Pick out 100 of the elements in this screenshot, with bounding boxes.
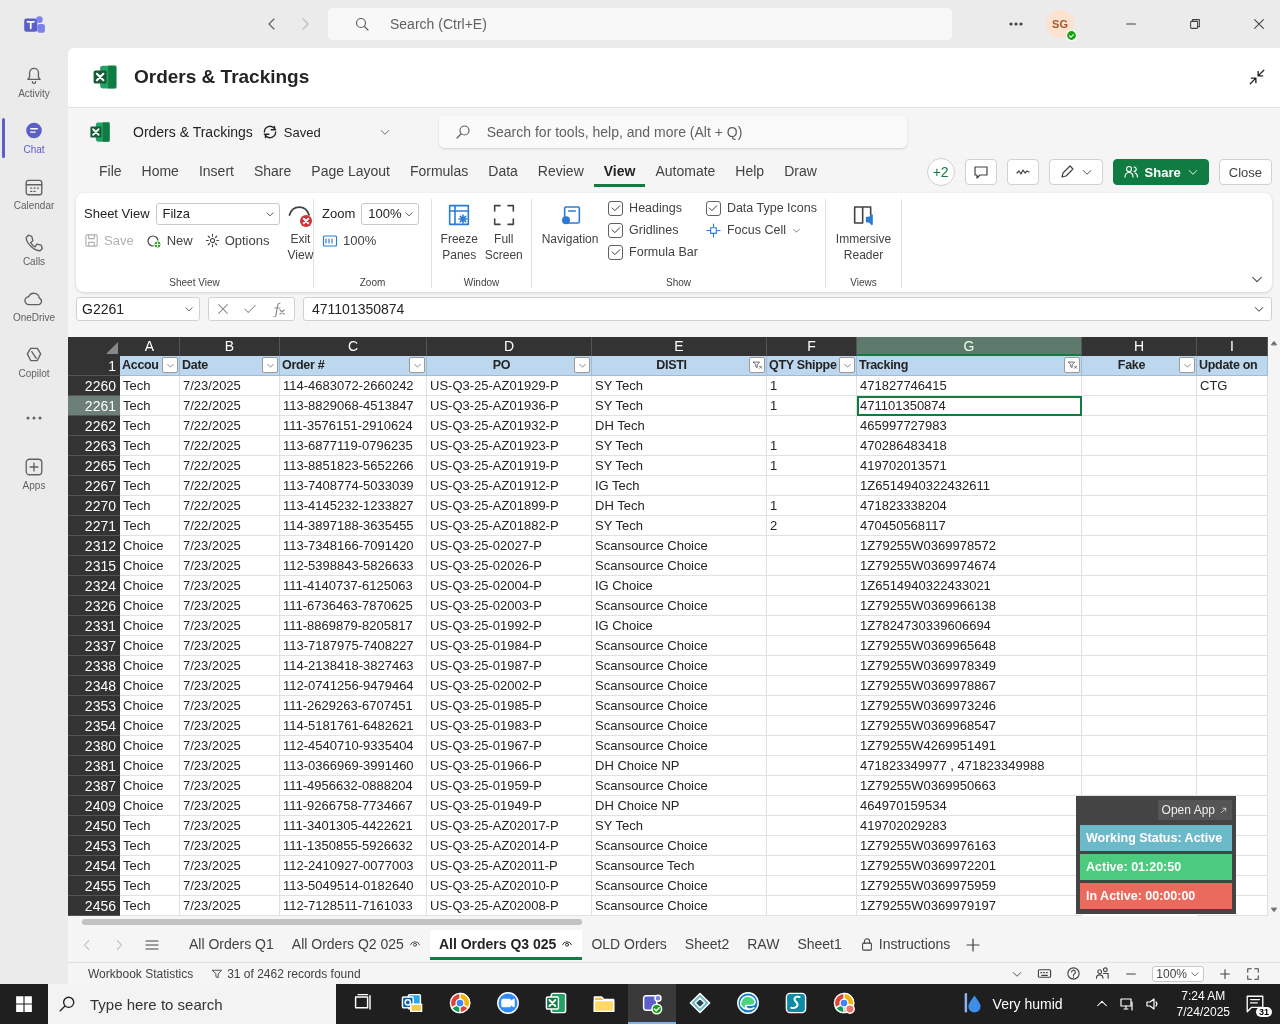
row-number[interactable]: 1: [68, 355, 120, 376]
menu-tab[interactable]: Page Layout: [301, 157, 400, 188]
options-button[interactable]: Options: [204, 233, 270, 249]
checkbox[interactable]: Headings: [608, 200, 698, 216]
menu-tab[interactable]: Formulas: [399, 157, 479, 188]
row-number[interactable]: 2354: [68, 715, 120, 736]
full-screen-icon[interactable]: [1246, 966, 1260, 981]
search-input[interactable]: Search for tools, help, and more (Alt + Q): [484, 117, 907, 148]
menu-tab[interactable]: Share: [243, 157, 302, 188]
menu-tab[interactable]: Help: [725, 157, 775, 188]
rail-item[interactable]: Calendar: [0, 166, 68, 222]
taskbar-app[interactable]: [628, 984, 676, 1024]
row-number[interactable]: 2261: [68, 395, 120, 416]
select-all-icon[interactable]: [106, 341, 118, 354]
checkbox[interactable]: Gridlines: [608, 222, 698, 238]
sheet-view-dropdown[interactable]: Filza: [155, 202, 280, 225]
row-number[interactable]: 2271: [68, 515, 120, 536]
column-header[interactable]: H: [1082, 336, 1197, 356]
row-number[interactable]: 2381: [68, 755, 120, 776]
search-field[interactable]: Search for tools, help, and more (Alt + Q): [438, 116, 907, 149]
formula-field[interactable]: 471101350874: [303, 296, 1272, 321]
checkbox[interactable]: Data Type Icons: [705, 200, 817, 216]
row-number[interactable]: 2260: [68, 375, 120, 396]
column-header[interactable]: D: [427, 336, 592, 356]
zoom-dropdown[interactable]: 100%: [1152, 965, 1204, 982]
row-number[interactable]: 2265: [68, 455, 120, 476]
rail-item[interactable]: Copilot: [0, 334, 68, 390]
menu-tab[interactable]: Insert: [188, 157, 244, 188]
focus-cell-button[interactable]: Focus Cell: [705, 222, 817, 238]
row-number[interactable]: 2387: [68, 775, 120, 796]
search-field[interactable]: Type here to search: [48, 984, 336, 1024]
zoom-100-button[interactable]: 100%: [322, 232, 420, 249]
filter-dropdown[interactable]: [262, 357, 278, 374]
row-number[interactable]: 2315: [68, 555, 120, 576]
menu-tab[interactable]: Automate: [645, 157, 726, 188]
column-header[interactable]: C: [280, 336, 427, 356]
add-sheet-icon[interactable]: [965, 937, 982, 954]
filter-dropdown[interactable]: [839, 357, 855, 374]
menu-tab[interactable]: File: [89, 157, 132, 188]
column-header[interactable]: G: [857, 336, 1082, 356]
sheet-tab[interactable]: All Orders Q3 025: [429, 930, 583, 961]
sheet-tab[interactable]: RAW: [738, 930, 789, 961]
sheet-tab[interactable]: Instructions: [850, 930, 960, 961]
rail-item[interactable]: Apps: [0, 446, 68, 502]
column-header[interactable]: F: [767, 336, 857, 356]
people-icon[interactable]: [1095, 966, 1111, 981]
open-app-button[interactable]: Open App: [1157, 800, 1232, 821]
row-number[interactable]: 2450: [68, 815, 120, 836]
close-button[interactable]: Close: [1218, 159, 1272, 186]
help-icon[interactable]: [1066, 966, 1082, 981]
row-number[interactable]: 2380: [68, 735, 120, 756]
sheet-tab[interactable]: Sheet1: [788, 930, 851, 961]
new-button[interactable]: New: [145, 232, 193, 249]
collapse-icon[interactable]: [1248, 68, 1266, 87]
row-number[interactable]: 2353: [68, 695, 120, 716]
network-icon[interactable]: [1118, 996, 1135, 1012]
filter-dropdown[interactable]: [1064, 357, 1080, 374]
filter-dropdown[interactable]: [1179, 357, 1195, 374]
filter-dropdown[interactable]: [749, 357, 765, 374]
menu-tab[interactable]: Data: [478, 157, 528, 188]
row-number[interactable]: 2409: [68, 795, 120, 816]
row-number[interactable]: 2455: [68, 875, 120, 896]
rail-item[interactable]: Calls: [0, 222, 68, 278]
scroll-down-icon[interactable]: [1270, 906, 1278, 915]
comment-button[interactable]: [964, 159, 997, 186]
rail-item[interactable]: OneDrive: [0, 278, 68, 334]
zoom-in-icon[interactable]: [1218, 966, 1232, 981]
column-header[interactable]: B: [180, 336, 280, 356]
row-number[interactable]: 2348: [68, 675, 120, 696]
full-screen-button[interactable]: Full Screen: [484, 198, 523, 277]
search-field[interactable]: Search (Ctrl+E): [328, 8, 952, 40]
row-number[interactable]: 2456: [68, 895, 120, 916]
scrollbar-thumb[interactable]: [82, 919, 582, 926]
checkbox[interactable]: Formula Bar: [608, 244, 698, 260]
collaborators-button[interactable]: +2: [926, 158, 955, 187]
sheet-tab[interactable]: Sheet2: [675, 930, 739, 961]
menu-tab[interactable]: Review: [527, 157, 594, 188]
filter-dropdown[interactable]: [409, 357, 425, 374]
row-number[interactable]: 2338: [68, 655, 120, 676]
rail-item[interactable]: Activity: [0, 54, 68, 110]
row-number[interactable]: 2267: [68, 475, 120, 496]
notifications-button[interactable]: 31: [1240, 991, 1270, 1017]
row-number[interactable]: 2326: [68, 595, 120, 616]
search-input[interactable]: Search (Ctrl+E): [388, 9, 952, 39]
rail-item[interactable]: Chat: [0, 110, 68, 166]
row-number[interactable]: 2337: [68, 635, 120, 656]
freeze-panes-button[interactable]: Freeze Panes: [440, 198, 479, 277]
cancel-icon[interactable]: [215, 301, 230, 316]
editing-button[interactable]: [1048, 159, 1103, 186]
exit-view-button[interactable]: Exit View: [287, 198, 314, 277]
row-number[interactable]: 2312: [68, 535, 120, 556]
document-name[interactable]: Orders & Trackings: [133, 124, 253, 141]
menu-tab[interactable]: Draw: [774, 157, 827, 188]
row-number[interactable]: 2262: [68, 415, 120, 436]
sheet-tab[interactable]: All Orders Q2 025: [282, 930, 430, 961]
row-number[interactable]: 2453: [68, 835, 120, 856]
row-number[interactable]: 2331: [68, 615, 120, 636]
filter-dropdown[interactable]: [162, 357, 178, 374]
row-number[interactable]: 2324: [68, 575, 120, 596]
row-number[interactable]: 2270: [68, 495, 120, 516]
